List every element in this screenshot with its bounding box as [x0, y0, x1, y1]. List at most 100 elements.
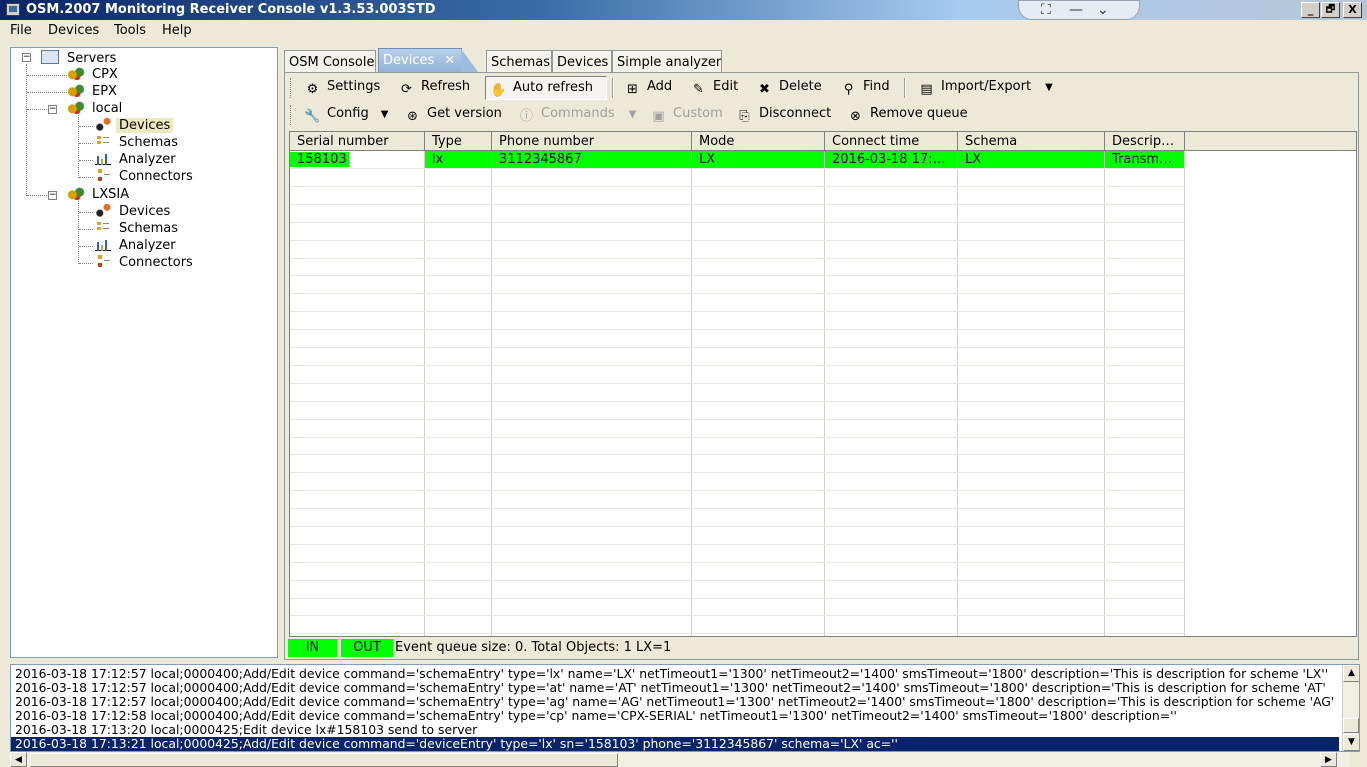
version-icon: ⊛ — [407, 109, 418, 124]
tab-osm-console[interactable]: OSM Console — [284, 50, 376, 72]
log-horizontal-scrollbar[interactable]: ◀ ▶ — [10, 752, 1350, 767]
commands-button[interactable]: ⓘ Commands ▼ — [514, 103, 640, 127]
server-icon — [67, 101, 85, 114]
fullscreen-icon[interactable]: ⛶ — [1041, 2, 1051, 18]
tree-server-lxsia[interactable]: LXSIA — [67, 187, 132, 202]
tree-lxsia-devices[interactable]: Devices — [95, 204, 173, 219]
grid-row-line — [290, 293, 1185, 294]
tab-devices[interactable]: Devices — [552, 50, 612, 72]
disconnect-button[interactable]: ⎘ Disconnect — [732, 103, 835, 127]
grid-row-line — [290, 204, 1185, 205]
analyzer-icon — [95, 152, 111, 165]
dash-icon[interactable]: — — [1069, 2, 1083, 18]
collapse-lxsia-icon[interactable]: − — [48, 191, 57, 200]
scroll-down-icon[interactable]: ▼ — [1343, 734, 1359, 751]
tree-root-servers[interactable]: Servers — [41, 50, 119, 66]
column-header-mode[interactable]: Mode — [692, 132, 825, 151]
close-button[interactable]: X — [1343, 2, 1362, 18]
title-bar: OSM.2007 Monitoring Receiver Console v1.… — [0, 0, 1367, 20]
delete-button[interactable]: ✖ Delete — [752, 76, 826, 100]
tab-schemas[interactable]: Schemas — [486, 50, 552, 72]
column-header-type[interactable]: Type — [425, 132, 492, 151]
scroll-thumb[interactable] — [1343, 718, 1359, 733]
menu-devices[interactable]: Devices — [48, 23, 99, 38]
grid-row-line — [290, 437, 1185, 438]
toolbar-main: ⚙ Settings ⟳ Refresh ✋ Auto refresh ⊞ Add ✎ E… — [288, 75, 1356, 101]
column-header-connect-time[interactable]: Connect time — [825, 132, 958, 151]
scroll-thumb[interactable] — [30, 753, 618, 767]
add-button[interactable]: ⊞ Add — [620, 76, 676, 100]
auto-refresh-button[interactable]: ✋ Auto refresh — [485, 76, 607, 100]
grid-row-line — [290, 598, 1185, 599]
status-strip: IN OUT Event queue size: 0. Total Object… — [288, 638, 1356, 658]
menu-bar: File Devices Tools Help — [0, 20, 1367, 42]
dropdown-arrow-icon[interactable]: ▼ — [381, 109, 389, 120]
column-header-serial[interactable]: Serial number — [290, 132, 425, 151]
log-line: 2016-03-18 17:12:58 local;0000400;Add/Ed… — [15, 708, 1177, 723]
tree-local-analyzer[interactable]: Analyzer — [95, 152, 179, 167]
add-icon: ⊞ — [627, 82, 638, 97]
cell-description: Transm… — [1105, 151, 1185, 168]
scroll-left-icon[interactable]: ◀ — [10, 752, 27, 767]
connector-icon — [95, 169, 111, 182]
custom-button[interactable]: ▣ Custom — [646, 103, 727, 127]
dropdown-arrow-icon[interactable]: ▼ — [629, 109, 637, 120]
tree-local-schemas[interactable]: Schemas — [95, 135, 181, 150]
tree-lxsia-schemas[interactable]: Schemas — [95, 221, 181, 236]
tab-strip: OSM Console Devices ✕ Schemas Devices Sim… — [284, 48, 1359, 73]
grid-row-line — [290, 311, 1185, 312]
menu-file[interactable]: File — [10, 23, 32, 38]
cell-connect-time: 2016-03-18 17:… — [825, 151, 958, 168]
remove-queue-button[interactable]: ⊗ Remove queue — [843, 103, 972, 127]
minimize-button[interactable]: _ — [1301, 2, 1320, 18]
tree-server-local[interactable]: local — [67, 101, 125, 116]
tree-local-connectors[interactable]: Connectors — [95, 169, 196, 184]
log-line: 2016-03-18 17:12:57 local;0000400;Add/Ed… — [15, 666, 1329, 681]
restore-button[interactable]: 🗗 — [1321, 2, 1340, 18]
event-log[interactable]: 2016-03-18 17:12:57 local;0000400;Add/Ed… — [10, 664, 1360, 752]
server-icon — [67, 187, 85, 200]
menu-tools[interactable]: Tools — [114, 23, 146, 38]
tab-devices-active[interactable]: Devices ✕ — [378, 48, 479, 73]
find-button[interactable]: ⚲ Find — [836, 76, 894, 100]
edit-button[interactable]: ✎ Edit — [686, 76, 742, 100]
column-header-phone[interactable]: Phone number — [492, 132, 692, 151]
import-export-button[interactable]: ▤ Import/Export ▼ — [914, 76, 1057, 100]
log-line: 2016-03-18 17:12:57 local;0000400;Add/Ed… — [15, 694, 1335, 709]
collapse-local-icon[interactable]: − — [48, 105, 57, 114]
grid-row-line — [290, 508, 1185, 509]
tree-lxsia-connectors[interactable]: Connectors — [95, 255, 196, 270]
info-icon: ⓘ — [519, 109, 533, 124]
out-indicator: OUT — [341, 639, 393, 657]
dropdown-arrow-icon[interactable]: ▼ — [1045, 82, 1053, 93]
column-header-schema[interactable]: Schema — [958, 132, 1105, 151]
toolbar-device: 🔧 Config ▼ ⊛ Get version ⓘ Commands ▼ ▣ Custom… — [288, 102, 1356, 128]
chevron-down-icon[interactable]: ⌄ — [1097, 2, 1109, 18]
server-icon — [67, 67, 85, 80]
schema-icon — [95, 221, 111, 234]
grid-row-line — [290, 240, 1185, 241]
gear-icon: ⚙ — [306, 82, 319, 97]
config-button[interactable]: 🔧 Config ▼ — [300, 103, 392, 127]
scroll-up-icon[interactable]: ▲ — [1343, 665, 1359, 682]
column-header-description[interactable]: Descrip… — [1105, 132, 1185, 151]
refresh-button[interactable]: ⟳ Refresh — [394, 76, 474, 100]
tree-server-epx[interactable]: EPX — [67, 84, 120, 99]
get-version-button[interactable]: ⊛ Get version — [400, 103, 506, 127]
settings-button[interactable]: ⚙ Settings — [300, 76, 384, 100]
custom-icon: ▣ — [652, 109, 665, 124]
wrench-icon: 🔧 — [304, 109, 321, 124]
tree-local-devices[interactable]: Devices — [95, 118, 174, 133]
tree-lxsia-analyzer[interactable]: Analyzer — [95, 238, 179, 253]
tree-server-cpx[interactable]: CPX — [67, 67, 121, 82]
log-vertical-scrollbar[interactable]: ▲ ▼ — [1342, 665, 1359, 751]
close-tab-icon[interactable]: ✕ — [444, 53, 455, 68]
scroll-right-icon[interactable]: ▶ — [1320, 752, 1337, 767]
tab-simple-analyzer[interactable]: Simple analyzer — [612, 50, 722, 72]
collapse-servers-icon[interactable]: − — [22, 53, 31, 62]
hand-icon: ✋ — [490, 83, 507, 98]
schema-icon — [95, 135, 111, 148]
grid-row-line — [290, 401, 1185, 402]
menu-help[interactable]: Help — [162, 23, 192, 38]
grid-row-line — [290, 329, 1185, 330]
